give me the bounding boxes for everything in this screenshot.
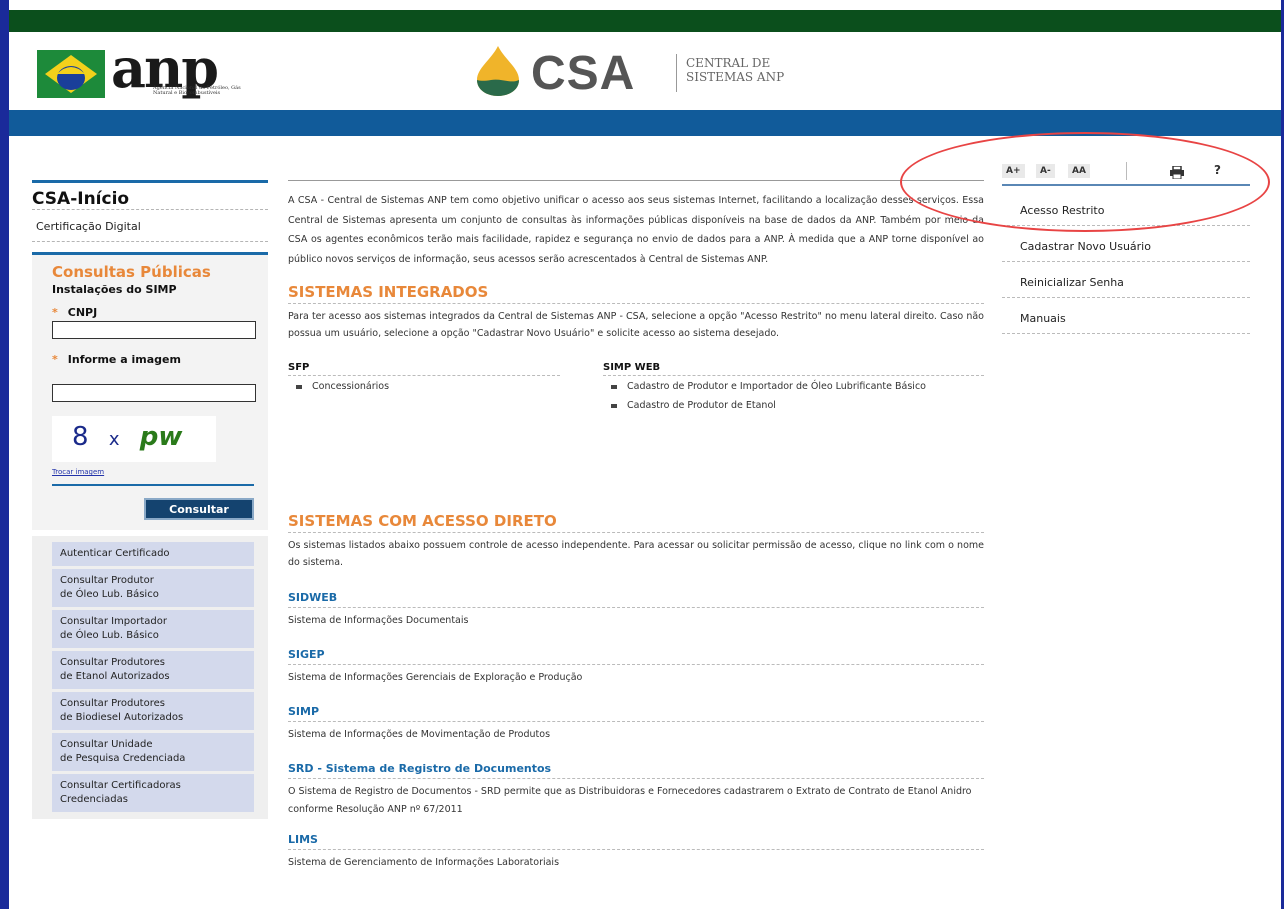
system-desc: Sistema de Informações Gerenciais de Exp… (288, 672, 583, 683)
system-entry-sidweb: SIDWEB Sistema de Informações Documentai… (288, 591, 984, 630)
simp-web-column: SIMP WEB Cadastro de Produtor e Importad… (603, 362, 984, 414)
system-entry-lims: LIMS Sistema de Gerenciamento de Informa… (288, 833, 984, 872)
help-icon[interactable]: ? (1214, 163, 1221, 177)
window-frame-left (0, 0, 9, 909)
captcha-char-1: 8 (72, 422, 89, 452)
consultar-button[interactable]: Consultar (144, 498, 254, 520)
font-increase-button[interactable]: A+ (1002, 164, 1025, 178)
blue-nav-band (9, 110, 1281, 136)
system-link-sidweb[interactable]: SIDWEB (288, 591, 984, 608)
menu-item-label: Consultar Produtores (60, 698, 165, 709)
captcha-image: 8 x pw (52, 416, 216, 462)
font-decrease-button[interactable]: A- (1036, 164, 1055, 178)
sistemas-integrados-title: SISTEMAS INTEGRADOS (288, 283, 984, 304)
toolbar-divider (1126, 162, 1127, 180)
captcha-char-2: x (108, 429, 120, 450)
system-link-lims[interactable]: LIMS (288, 833, 984, 850)
sfp-item-concessionarios[interactable]: Concessionários (288, 379, 560, 395)
system-link-srd[interactable]: SRD - Sistema de Registro de Documentos (288, 762, 984, 779)
captcha-input[interactable] (52, 384, 256, 402)
system-entry-simp: SIMP Sistema de Informações de Movimenta… (288, 705, 984, 744)
simp-web-heading: SIMP WEB (603, 362, 984, 376)
simp-web-item-etanol[interactable]: Cadastro de Produtor de Etanol (603, 398, 984, 414)
menu-item-label: Consultar Certificadoras (60, 780, 181, 791)
menu-item-autenticar-certificado[interactable]: Autenticar Certificado (52, 542, 254, 566)
intro-text: A CSA - Central de Sistemas ANP tem como… (288, 180, 984, 269)
csa-drop-icon (471, 46, 525, 96)
sfp-heading: SFP (288, 362, 560, 376)
acesso-restrito-link[interactable]: Acesso Restrito (1002, 186, 1250, 226)
menu-item-label: Consultar Produtor (60, 575, 154, 586)
menu-item-label: Autenticar Certificado (60, 548, 170, 559)
cadastrar-novo-usuario-link[interactable]: Cadastrar Novo Usuário (1002, 226, 1250, 262)
integrated-systems-columns: SFP Concessionários SIMP WEB Cadastro de… (288, 362, 984, 512)
required-asterisk-icon: * (52, 306, 58, 319)
sistemas-acesso-direto-title: SISTEMAS COM ACESSO DIRETO (288, 512, 984, 533)
trocar-imagem-link[interactable]: Trocar imagem (52, 468, 254, 476)
cnpj-input[interactable] (52, 321, 256, 339)
left-top-rule (32, 180, 268, 183)
print-icon[interactable] (1170, 164, 1184, 183)
consultas-publicas-title: Consultas Públicas (52, 263, 211, 281)
reinicializar-senha-link[interactable]: Reinicializar Senha (1002, 262, 1250, 298)
menu-item-label: Consultar Importador (60, 616, 167, 627)
menu-item-consultar-importador-oleo[interactable]: Consultar Importador de Óleo Lub. Básico (52, 610, 254, 648)
font-reset-button[interactable]: AA (1068, 164, 1090, 178)
anp-flag-icon (37, 50, 105, 98)
consultas-publicas-box: Consultas Públicas Instalações do SIMP *… (32, 252, 268, 530)
image-label: * Informe a imagem (52, 353, 254, 366)
header: anp Agência Nacional do Petróleo, Gás Na… (9, 32, 1281, 110)
system-entry-sigep: SIGEP Sistema de Informações Gerenciais … (288, 648, 984, 687)
cnpj-label: * CNPJ (52, 306, 254, 319)
image-label-text: Informe a imagem (67, 353, 181, 366)
menu-item-label: de Óleo Lub. Básico (60, 630, 159, 641)
menu-item-consultar-produtores-biodiesel[interactable]: Consultar Produtores de Biodiesel Autoriz… (52, 692, 254, 730)
sistemas-acesso-direto-text: Os sistemas listados abaixo possuem cont… (288, 540, 984, 568)
sistemas-integrados-text: Para ter acesso aos sistemas integrados … (288, 311, 984, 339)
system-desc: O Sistema de Registro de Documentos - SR… (288, 786, 972, 815)
consultar-rule (52, 484, 254, 486)
anp-logo[interactable]: anp Agência Nacional do Petróleo, Gás Na… (37, 36, 247, 102)
csa-wordmark: CSA (531, 47, 636, 100)
certificacao-digital-link[interactable]: Certificação Digital (32, 210, 268, 242)
manuais-link[interactable]: Manuais (1002, 298, 1250, 334)
system-link-simp[interactable]: SIMP (288, 705, 984, 722)
csa-inicio-link[interactable]: CSA-Início (32, 189, 268, 210)
sfp-column: SFP Concessionários (288, 362, 560, 395)
menu-item-label: de Biodiesel Autorizados (60, 712, 184, 723)
csa-subtitle: CENTRAL DE SISTEMAS ANP (686, 56, 784, 84)
system-desc: Sistema de Informações Documentais (288, 615, 469, 626)
menu-item-label: de Etanol Autorizados (60, 671, 170, 682)
menu-item-label: Consultar Unidade (60, 739, 153, 750)
main-content: A CSA - Central de Sistemas ANP tem como… (288, 180, 984, 872)
system-entry-srd: SRD - Sistema de Registro de Documentos … (288, 762, 984, 819)
instalacoes-simp-title: Instalações do SIMP (52, 283, 177, 296)
required-asterisk-icon: * (52, 353, 58, 366)
captcha-char-3: pw (139, 422, 183, 452)
menu-item-consultar-unidade-pesquisa[interactable]: Consultar Unidade de Pesquisa Credenciada (52, 733, 254, 771)
menu-item-consultar-produtor-oleo[interactable]: Consultar Produtor de Óleo Lub. Básico (52, 569, 254, 607)
menu-item-label: de Óleo Lub. Básico (60, 589, 159, 600)
csa-divider (676, 54, 677, 92)
csa-subtitle-line2: SISTEMAS ANP (686, 70, 785, 84)
csa-logo[interactable]: CSA CENTRAL DE SISTEMAS ANP (471, 40, 831, 102)
system-desc: Sistema de Informações de Movimentação d… (288, 729, 551, 740)
system-desc: Sistema de Gerenciamento de Informações … (288, 857, 560, 868)
anp-subtitle: Agência Nacional do Petróleo, Gás Natura… (153, 85, 241, 96)
simp-web-item-oleo[interactable]: Cadastro de Produtor e Importador de Óle… (603, 379, 984, 395)
toolbar: A+ A- AA ? (1002, 160, 1250, 184)
menu-item-label: Consultar Produtores (60, 657, 165, 668)
menu-item-label: de Pesquisa Credenciada (60, 753, 186, 764)
menu-item-consultar-certificadoras[interactable]: Consultar Certificadoras Credenciadas (52, 774, 254, 812)
left-sidebar: CSA-Início Certificação Digital Consulta… (32, 180, 268, 819)
consulta-menu: Autenticar Certificado Consultar Produto… (32, 536, 268, 819)
menu-item-consultar-produtores-etanol[interactable]: Consultar Produtores de Etanol Autorizado… (52, 651, 254, 689)
top-green-bar (9, 10, 1281, 32)
csa-subtitle-line1: CENTRAL DE (686, 56, 771, 70)
cnpj-label-text: CNPJ (67, 306, 98, 319)
right-sidebar: A+ A- AA ? Acesso Restrito Cadastrar Nov… (1002, 160, 1250, 334)
system-link-sigep[interactable]: SIGEP (288, 648, 984, 665)
menu-item-label: Credenciadas (60, 794, 128, 805)
